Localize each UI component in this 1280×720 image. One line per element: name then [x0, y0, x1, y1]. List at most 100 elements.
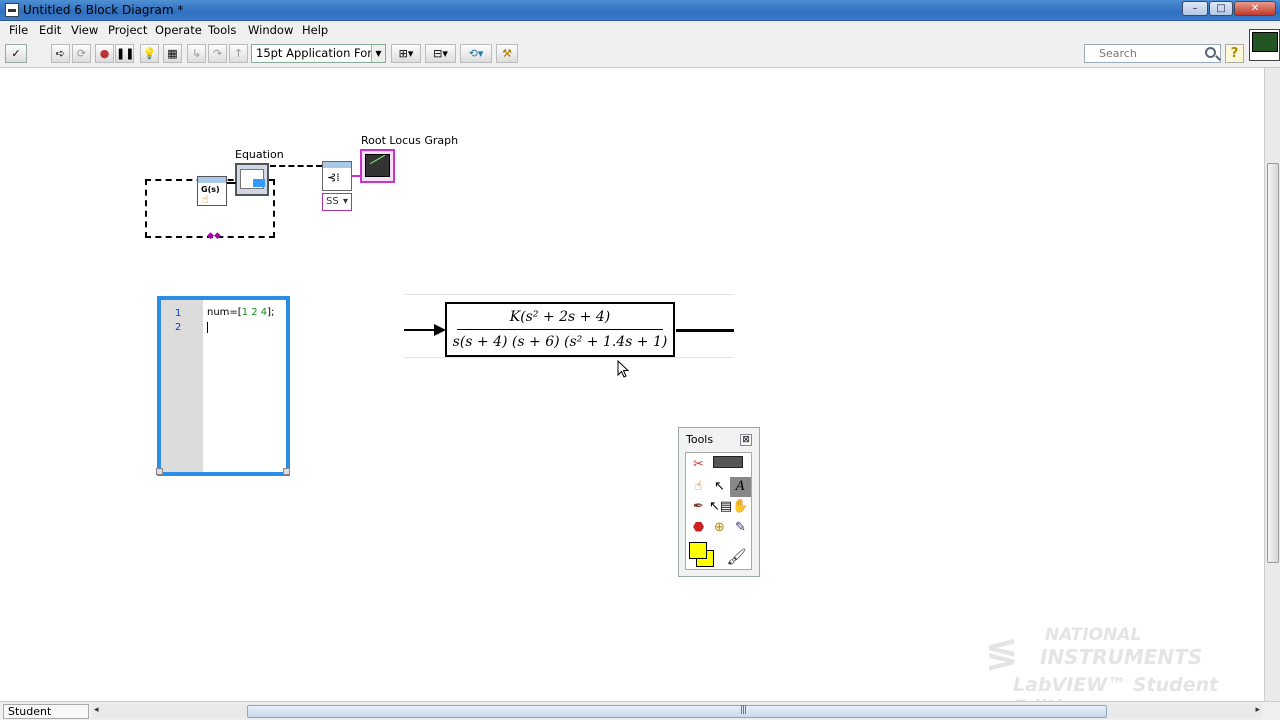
- search-icon[interactable]: [1205, 47, 1216, 58]
- automatic-tool-icon[interactable]: ✂: [688, 455, 709, 475]
- shortcut-menu-icon[interactable]: ↖▤: [709, 497, 732, 517]
- edit-text-icon[interactable]: A: [730, 477, 751, 497]
- position-select-icon[interactable]: ↖: [709, 477, 730, 497]
- clean-up-diagram-icon[interactable]: ⚒: [496, 44, 518, 63]
- node-header: [323, 162, 351, 168]
- highlight-execution-icon[interactable]: 💡: [140, 44, 159, 63]
- abort-icon[interactable]: ●: [95, 44, 114, 63]
- hand-icon: ☝: [202, 193, 209, 206]
- resize-handle-left[interactable]: [156, 468, 163, 475]
- menu-window[interactable]: Window: [248, 23, 293, 37]
- input-arrow: [404, 324, 446, 336]
- run-check-icon[interactable]: ✓: [5, 44, 27, 63]
- watermark-line2: INSTRUMENTS: [1040, 645, 1203, 669]
- reorder-icon[interactable]: ⟲▾: [460, 44, 492, 63]
- window-title: Untitled 6 Block Diagram *: [23, 3, 184, 17]
- search-input[interactable]: Search: [1084, 44, 1221, 63]
- minimize-button[interactable]: –: [1182, 1, 1208, 16]
- line-number-1: 1: [175, 308, 182, 319]
- search-placeholder: Search: [1099, 47, 1137, 60]
- root-locus-graph-indicator[interactable]: [360, 149, 395, 183]
- menu-help[interactable]: Help: [302, 23, 328, 37]
- text-caret: [207, 322, 208, 333]
- vertical-scroll-thumb[interactable]: [1267, 163, 1279, 563]
- step-over-icon[interactable]: ↷: [208, 44, 227, 63]
- menu-operate[interactable]: Operate: [155, 23, 202, 37]
- scroll-window-icon[interactable]: ✋: [730, 497, 751, 517]
- step-into-icon[interactable]: ↳: [187, 44, 206, 63]
- root-locus-node[interactable]: ⊰⁞: [322, 161, 352, 191]
- line-number-2: 2: [175, 322, 182, 333]
- status-bar: Student Edition ◂ ▸: [0, 701, 1280, 720]
- menu-tools[interactable]: Tools: [208, 23, 236, 37]
- code-numbers: 1 2 4: [241, 307, 268, 318]
- watermark-line1: NATIONAL: [1045, 625, 1142, 645]
- equation-numerator: K(s² + 2s + 4): [509, 309, 611, 325]
- tools-palette-title: Tools: [686, 433, 714, 446]
- maximize-button[interactable]: □: [1209, 1, 1233, 16]
- ss-selector-value: SS: [326, 196, 339, 207]
- mathscript-node[interactable]: 1 2 num=[1 2 4];: [157, 296, 290, 476]
- distribute-objects-icon[interactable]: ⊟▾: [425, 44, 456, 63]
- align-objects-icon[interactable]: ⊞▾: [391, 44, 421, 63]
- wire-tf-to-equation[interactable]: [227, 182, 236, 184]
- close-button[interactable]: ✕: [1234, 1, 1276, 16]
- ni-logo-icon: ≶: [985, 630, 1019, 676]
- pause-icon[interactable]: ❚❚: [115, 44, 134, 63]
- edition-label: Student Edition: [3, 704, 89, 720]
- output-line: [676, 329, 734, 332]
- tools-grid: ✂ ☝ ↖ A ✒ ↖▤ ✋ ⬣ ⊕ ✎ 🖌: [685, 452, 752, 570]
- menu-project[interactable]: Project: [108, 23, 147, 37]
- color-brush-icon[interactable]: 🖌: [726, 547, 747, 567]
- root-locus-graph-label: Root Locus Graph: [361, 134, 459, 147]
- wire-equation-to-rootlocus[interactable]: [270, 165, 322, 167]
- loop-tunnel-icon[interactable]: ◆◆: [204, 232, 224, 241]
- font-selector[interactable]: 15pt Application Font ▼: [251, 44, 386, 63]
- step-out-icon[interactable]: ↑: [229, 44, 248, 63]
- font-selector-value: 15pt Application Font: [256, 46, 380, 60]
- scroll-right-icon[interactable]: ▸: [1255, 705, 1260, 715]
- transfer-function-equation[interactable]: K(s² + 2s + 4) s(s + 4) (s + 6) (s² + 1.…: [445, 302, 675, 357]
- retain-wire-values-icon[interactable]: ▦: [163, 44, 182, 63]
- foreground-color-swatch: [689, 542, 707, 559]
- code-prefix: num=[: [207, 307, 242, 318]
- operate-value-icon[interactable]: ☝: [688, 477, 709, 497]
- tools-palette[interactable]: Tools ⊠ ✂ ☝ ↖ A ✒ ↖▤ ✋ ⬣ ⊕ ✎ 🖌: [678, 427, 760, 577]
- automatic-tool-led-icon[interactable]: [713, 456, 743, 468]
- context-help-button[interactable]: ?: [1225, 44, 1244, 63]
- equation-node[interactable]: [235, 163, 269, 196]
- root-locus-glyph-icon: ⊰⁞: [327, 171, 340, 184]
- probe-data-icon[interactable]: ⊕: [709, 518, 730, 538]
- equation-label: Equation: [235, 148, 284, 161]
- code-suffix: ];: [267, 307, 275, 318]
- connect-wire-icon[interactable]: ✒: [688, 497, 709, 517]
- script-line-1[interactable]: num=[1 2 4];: [207, 307, 274, 318]
- equation-node-accent: [253, 179, 265, 187]
- resize-handle-right[interactable]: [283, 468, 290, 475]
- chevron-down-icon: ▾: [342, 196, 348, 207]
- menu-edit[interactable]: Edit: [39, 23, 61, 37]
- run-continuously-icon[interactable]: ⟳: [72, 44, 91, 63]
- horizontal-scrollbar[interactable]: ◂ ▸: [92, 704, 1262, 719]
- vi-icon[interactable]: [1249, 29, 1280, 61]
- equation-denominator: s(s + 4) (s + 6) (s² + 1.4s + 1): [452, 334, 668, 350]
- labview-app-icon[interactable]: [5, 3, 19, 17]
- menu-file[interactable]: File: [9, 23, 28, 37]
- line-number-gutter: [161, 300, 203, 472]
- node-header: [198, 177, 226, 183]
- chevron-down-icon: ▼: [371, 45, 385, 62]
- set-color-icon[interactable]: [689, 541, 719, 569]
- breakpoint-icon[interactable]: ⬣: [688, 518, 709, 538]
- wire-to-graph[interactable]: [352, 175, 360, 177]
- menu-view[interactable]: View: [71, 23, 98, 37]
- close-icon[interactable]: ⊠: [740, 434, 752, 446]
- run-icon[interactable]: ➪: [51, 44, 70, 63]
- title-bar: Untitled 6 Block Diagram * – □ ✕: [0, 0, 1280, 21]
- horizontal-scroll-thumb[interactable]: [247, 705, 1107, 718]
- get-color-icon[interactable]: ✎: [730, 518, 751, 538]
- ni-watermark: ≶ NATIONAL INSTRUMENTS LabVIEW™ Student …: [985, 625, 1265, 718]
- ss-polymorphic-selector[interactable]: SS ▾: [322, 193, 352, 211]
- vertical-scrollbar[interactable]: [1264, 68, 1280, 701]
- scroll-left-icon[interactable]: ◂: [94, 705, 99, 715]
- transfer-function-node[interactable]: G(s) ☝: [197, 176, 227, 206]
